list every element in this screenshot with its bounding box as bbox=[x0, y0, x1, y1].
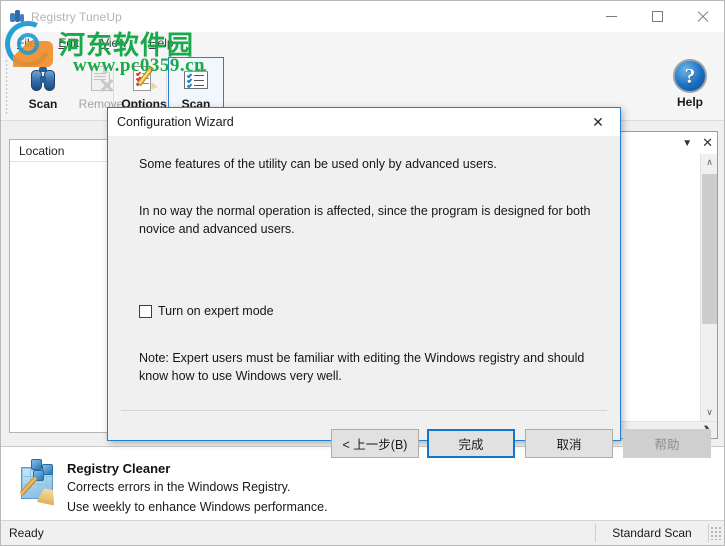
scroll-down-icon[interactable]: ∨ bbox=[701, 404, 717, 421]
dialog-paragraph-3: Note: Expert users must be familiar with… bbox=[139, 351, 585, 383]
window-title: Registry TuneUp bbox=[31, 9, 122, 24]
dialog-title-bar: Configuration Wizard ✕ bbox=[108, 108, 620, 136]
menu-item-edit[interactable]: Edit bbox=[58, 36, 79, 50]
expert-mode-checkbox[interactable] bbox=[139, 304, 152, 318]
dialog-button-row: < 上一步(B) 完成 取消 帮助 bbox=[108, 429, 711, 459]
menu-item-file[interactable]: File bbox=[17, 36, 36, 50]
dialog-title: Configuration Wizard bbox=[117, 115, 234, 129]
finish-button[interactable]: 完成 bbox=[427, 429, 515, 458]
maximize-icon bbox=[651, 11, 663, 22]
title-bar: Registry TuneUp bbox=[1, 1, 724, 32]
chevron-down-icon[interactable]: ▼ bbox=[682, 138, 692, 149]
info-panel-line1: Corrects errors in the Windows Registry. bbox=[67, 480, 291, 494]
toolbar-separator-2 bbox=[166, 63, 167, 109]
scan-wizard-icon bbox=[180, 63, 212, 95]
configuration-wizard-dialog: Configuration Wizard ✕ Some features of … bbox=[107, 107, 711, 458]
dialog-divider bbox=[121, 410, 607, 411]
dialog-paragraph-2: In no way the normal operation is affect… bbox=[139, 204, 591, 236]
maximize-button[interactable] bbox=[634, 1, 680, 32]
registry-cleaner-icon bbox=[19, 459, 65, 507]
menu-item-view[interactable]: View bbox=[101, 36, 127, 50]
expert-mode-label: Turn on expert mode bbox=[158, 304, 274, 318]
toolbar-separator bbox=[113, 63, 114, 109]
vertical-scroll-thumb[interactable] bbox=[702, 174, 717, 324]
scroll-up-icon[interactable]: ∧ bbox=[701, 154, 717, 171]
application-window: Registry TuneUp File Edit View Help Scan bbox=[0, 0, 725, 546]
menu-bar: File Edit View Help bbox=[1, 32, 724, 53]
cancel-button[interactable]: 取消 bbox=[525, 429, 613, 458]
expert-mode-checkbox-row[interactable]: Turn on expert mode bbox=[139, 304, 274, 318]
toolbar-button-scan[interactable]: Scan bbox=[15, 57, 71, 115]
menu-item-help[interactable]: Help bbox=[149, 36, 174, 50]
dialog-paragraph-1: Some features of the utility can be used… bbox=[139, 157, 497, 171]
info-panel-title: Registry Cleaner bbox=[67, 461, 171, 476]
window-controls bbox=[588, 1, 724, 32]
minimize-button[interactable] bbox=[588, 1, 634, 32]
options-pencil-icon bbox=[128, 63, 160, 95]
dialog-close-button[interactable]: ✕ bbox=[576, 109, 620, 136]
toolbar-button-scan-label: Scan bbox=[28, 97, 58, 111]
dialog-body: Some features of the utility can be used… bbox=[108, 136, 711, 458]
info-panel-line2: Use weekly to enhance Windows performanc… bbox=[67, 500, 328, 514]
resize-grip[interactable] bbox=[709, 526, 723, 540]
help-button: 帮助 bbox=[623, 429, 711, 458]
vertical-scrollbar[interactable]: ∧ ∨ bbox=[700, 154, 717, 421]
status-bar: Ready Standard Scan bbox=[1, 520, 724, 545]
toolbar-drag-grip[interactable] bbox=[5, 59, 8, 115]
toolbar-button-help-label: Help bbox=[676, 95, 703, 109]
status-scan-mode: Standard Scan bbox=[612, 526, 692, 540]
binoculars-icon bbox=[27, 63, 59, 95]
panel-close-icon[interactable]: ✕ bbox=[702, 135, 713, 151]
registry-app-icon bbox=[9, 9, 25, 25]
minimize-icon bbox=[605, 16, 617, 17]
status-text: Ready bbox=[9, 526, 44, 540]
close-button[interactable] bbox=[680, 1, 724, 32]
back-button[interactable]: < 上一步(B) bbox=[331, 429, 419, 458]
toolbar-button-help[interactable]: ? Help bbox=[662, 59, 718, 115]
close-icon bbox=[697, 11, 709, 23]
help-question-icon: ? bbox=[673, 59, 707, 93]
